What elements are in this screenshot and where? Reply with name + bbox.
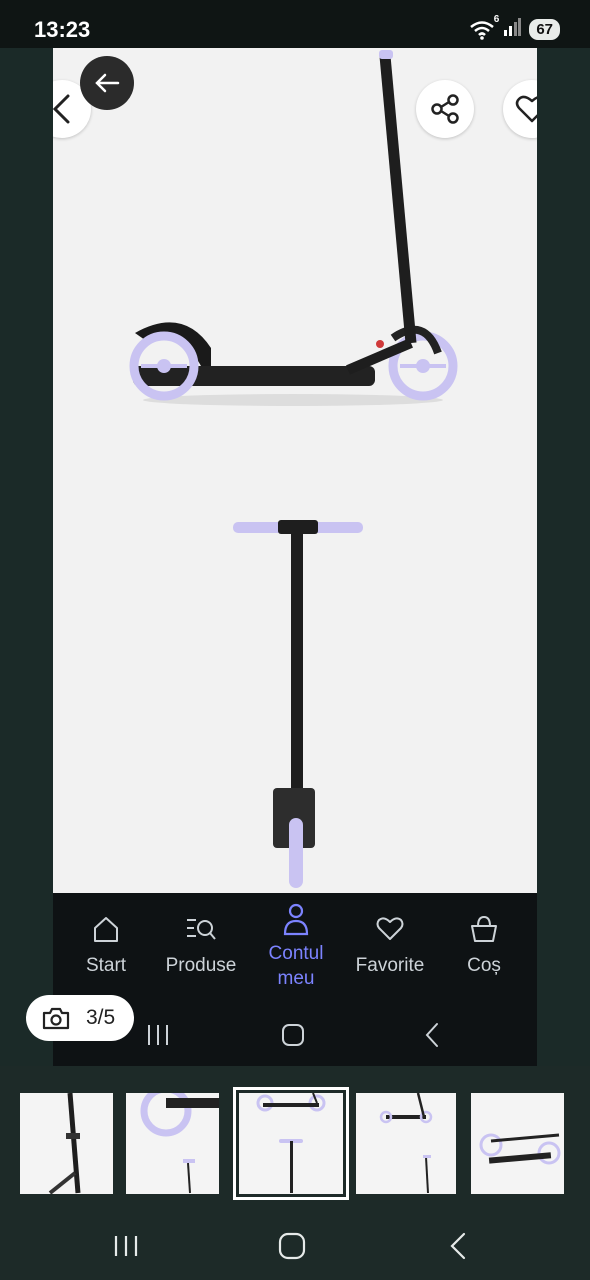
battery-indicator: 67: [529, 19, 560, 40]
scooter-front-view: [233, 520, 363, 888]
status-bar: 13:23 6 67: [0, 0, 590, 48]
camera-icon: [42, 1007, 70, 1030]
status-icons: 6 67: [469, 14, 560, 41]
home-icon: [94, 917, 118, 942]
nav-item-start[interactable]: Start: [58, 911, 154, 977]
inner-recents-icon: [141, 1015, 175, 1055]
nav-item-favorite[interactable]: Favorite: [342, 911, 438, 977]
thumbnail-2[interactable]: [126, 1093, 219, 1194]
thumbnail-strip: [0, 1066, 590, 1210]
system-navigation-bar: [0, 1210, 590, 1280]
heart-icon: [376, 917, 404, 940]
close-viewer-button[interactable]: [80, 56, 134, 110]
basket-icon: [471, 915, 497, 942]
signal-icon: [503, 18, 522, 41]
wifi-icon: 6: [469, 14, 499, 40]
status-time: 13:23: [34, 17, 91, 42]
nav-item-produse[interactable]: Produse: [153, 911, 249, 977]
nav-item-cos[interactable]: Coș: [436, 911, 532, 977]
chevron-left-icon: [53, 94, 70, 124]
photo-counter: 3/5: [26, 995, 134, 1041]
nav-item-contul-meu[interactable]: Contul meu: [248, 901, 344, 991]
nav-label-cos: Coș: [467, 955, 501, 976]
share-button[interactable]: [416, 80, 474, 138]
search-list-icon: [187, 919, 216, 940]
nav-label-start: Start: [85, 955, 127, 976]
chevron-left-icon: [450, 1232, 466, 1260]
home-button[interactable]: [262, 1226, 322, 1266]
heart-icon: [515, 95, 537, 123]
photo-counter-text: 3/5: [86, 1006, 116, 1029]
left-panel: [0, 48, 53, 1066]
nav-label-favorite: Favorite: [355, 955, 425, 976]
back-nav-button[interactable]: [428, 1226, 488, 1266]
product-image-viewer[interactable]: [53, 48, 537, 893]
recents-icon: [114, 1236, 138, 1256]
share-icon: [431, 94, 459, 124]
home-circle-icon: [278, 1232, 306, 1260]
app-bottom-navigation: Start Produse Contul meu Favorite Coș: [53, 893, 537, 1066]
thumbnail-4[interactable]: [356, 1093, 456, 1194]
right-panel: [537, 48, 590, 1066]
user-icon: [283, 903, 309, 936]
thumbnail-5[interactable]: [471, 1093, 564, 1194]
inner-home-icon: [276, 1015, 310, 1055]
thumbnail-1[interactable]: [20, 1093, 113, 1194]
nav-label-produse: Produse: [165, 955, 237, 976]
inner-back-icon: [415, 1015, 449, 1055]
nav-label-contul-meu: Contul meu: [268, 943, 324, 989]
arrow-left-icon: [95, 73, 120, 93]
thumbnail-3[interactable]: [233, 1087, 349, 1200]
wifi-badge: 6: [493, 13, 500, 25]
recents-button[interactable]: [96, 1226, 156, 1266]
